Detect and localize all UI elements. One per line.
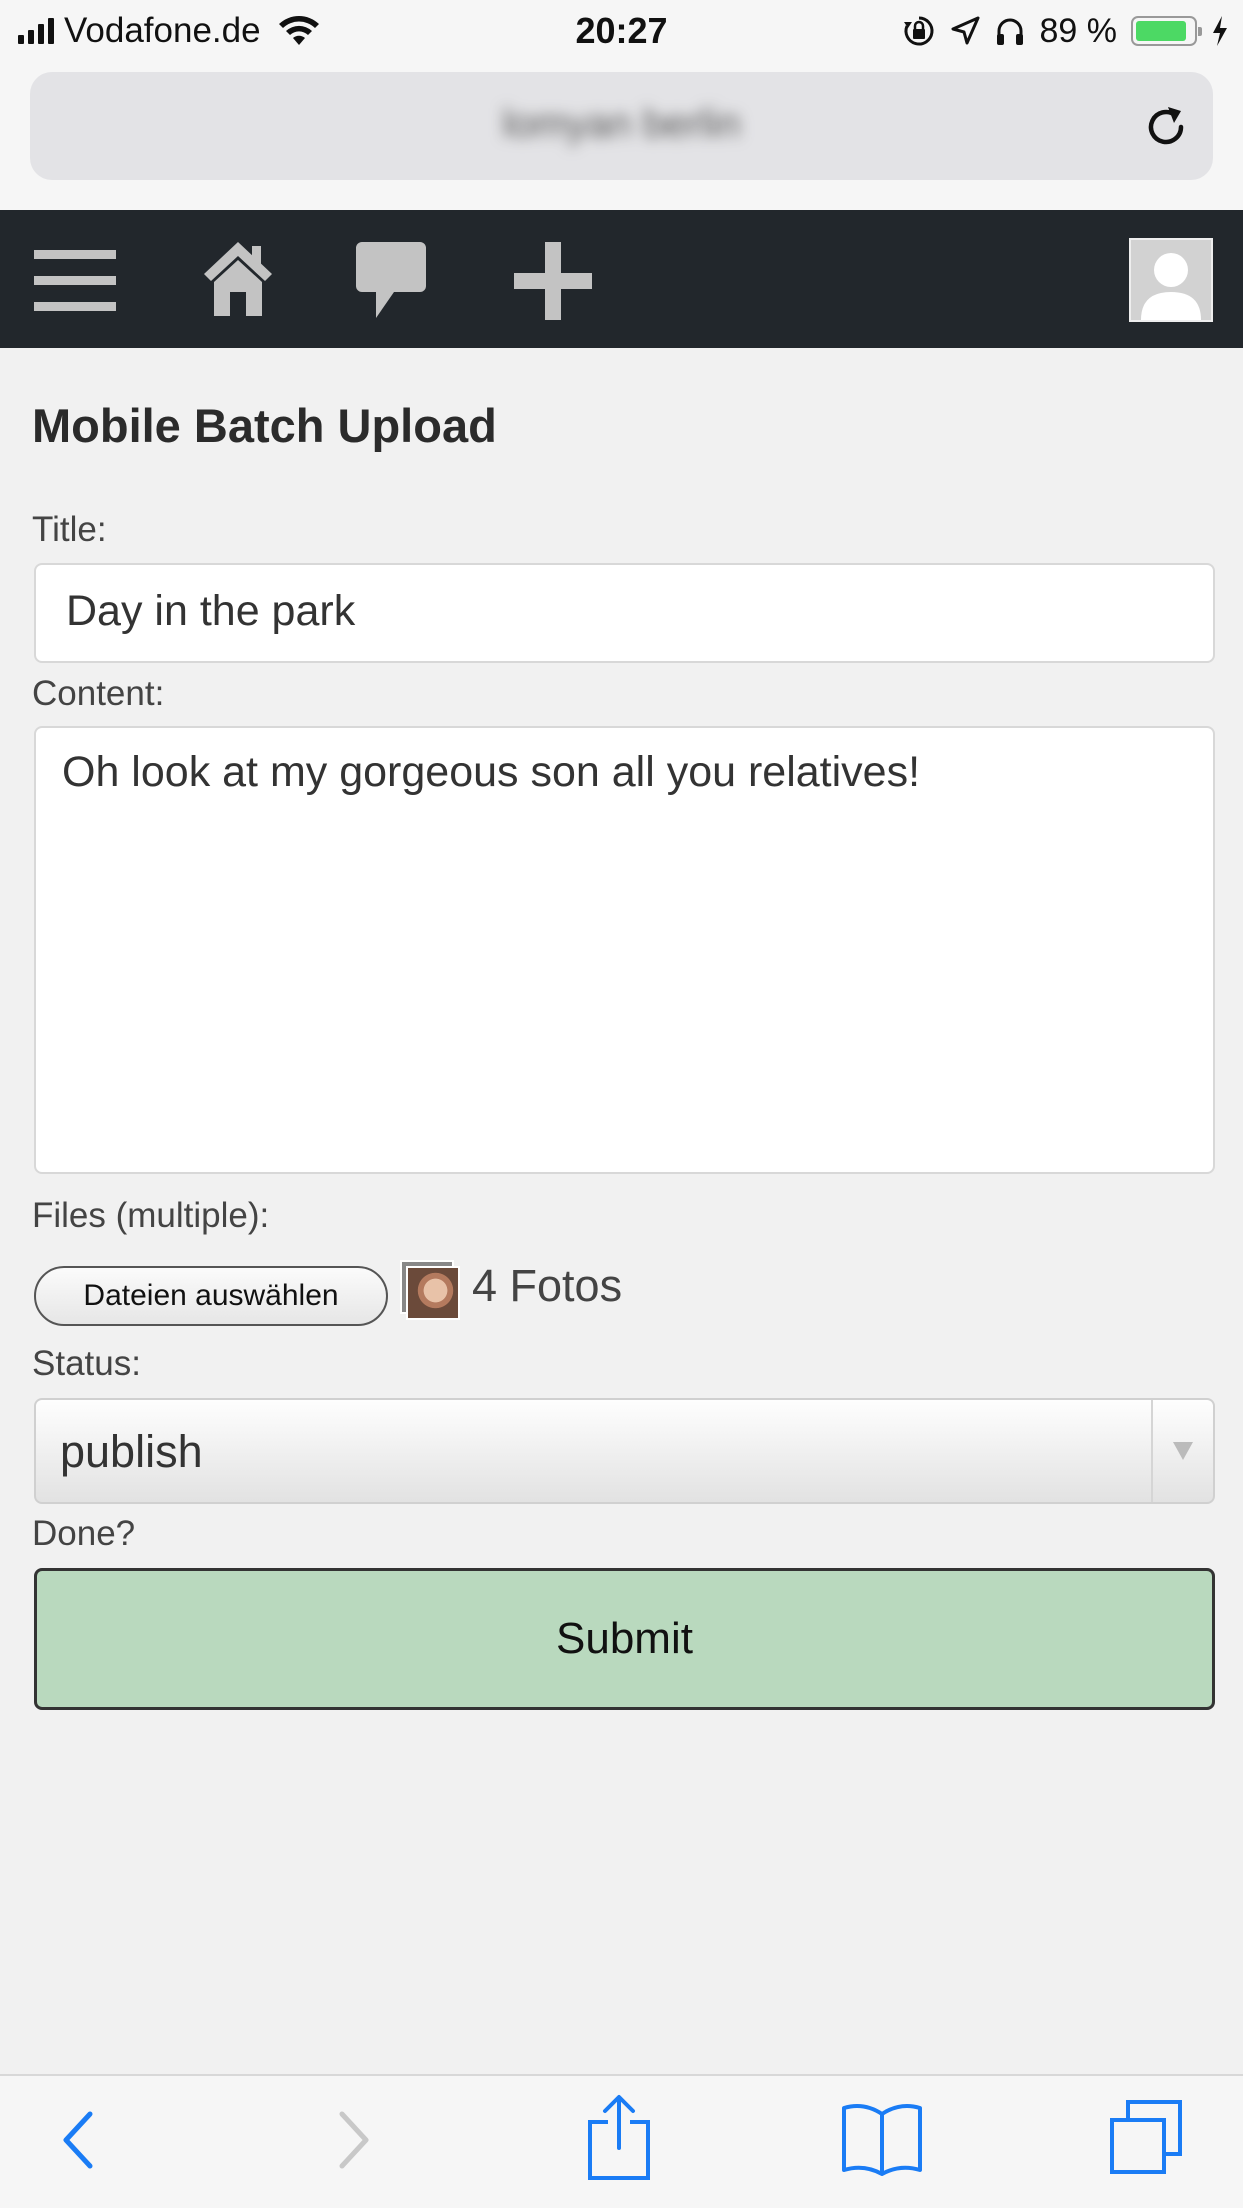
title-input[interactable]: Day in the park — [34, 563, 1215, 663]
status-label: Status: — [32, 1344, 141, 1383]
url-text[interactable]: lomyan berlin — [30, 102, 1213, 147]
avatar[interactable] — [1129, 238, 1213, 322]
photo-thumbnail — [400, 1260, 460, 1320]
status-bar: Vodafone.de 20:27 89 % — [0, 0, 1243, 62]
browser-toolbar — [0, 2074, 1243, 2208]
select-arrow-box — [1151, 1400, 1213, 1502]
choose-files-button[interactable]: Dateien auswählen — [34, 1266, 388, 1326]
menu-icon[interactable] — [32, 240, 118, 320]
bookmarks-icon[interactable] — [840, 2098, 924, 2178]
page-title: Mobile Batch Upload — [32, 399, 497, 452]
status-select-value: publish — [60, 1426, 203, 1477]
battery-percent: 89 % — [1039, 11, 1118, 50]
charging-icon — [1213, 16, 1227, 46]
top-navigation — [0, 210, 1243, 348]
back-icon[interactable] — [56, 2100, 102, 2180]
reload-icon[interactable] — [1141, 102, 1191, 152]
battery-level — [1136, 21, 1186, 41]
status-select[interactable]: publish — [34, 1398, 1215, 1504]
content-textarea[interactable]: Oh look at my gorgeous son all you relat… — [34, 726, 1215, 1174]
forward-icon[interactable] — [330, 2100, 376, 2180]
content-label: Content: — [32, 674, 165, 713]
share-icon[interactable] — [584, 2092, 654, 2182]
headphones-icon — [996, 18, 1023, 45]
location-icon — [951, 16, 979, 45]
url-bar[interactable]: lomyan berlin — [30, 72, 1213, 180]
tabs-icon[interactable] — [1106, 2098, 1186, 2178]
file-count: 4 Fotos — [472, 1260, 623, 1311]
status-indicators: 89 % — [902, 10, 1230, 52]
done-label: Done? — [32, 1514, 136, 1553]
user-silhouette-icon — [1141, 253, 1201, 320]
submit-button[interactable]: Submit — [34, 1568, 1215, 1710]
plus-icon[interactable] — [512, 240, 594, 322]
home-icon[interactable] — [200, 238, 276, 320]
chevron-down-icon — [1173, 1442, 1193, 1460]
title-label: Title: — [32, 510, 107, 549]
rotation-lock-icon — [903, 16, 933, 46]
comment-icon[interactable] — [354, 240, 428, 322]
browser-chrome: lomyan berlin — [0, 62, 1243, 210]
files-label: Files (multiple): — [32, 1196, 270, 1235]
battery-icon — [1131, 16, 1202, 46]
